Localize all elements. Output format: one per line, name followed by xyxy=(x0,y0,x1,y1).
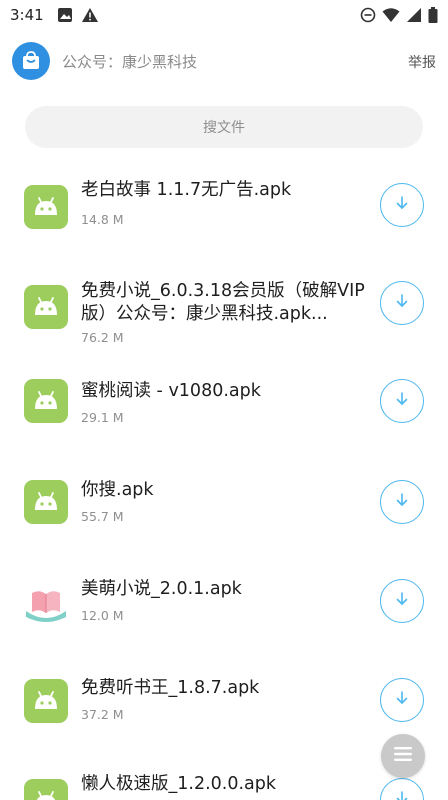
file-size: 14.8 M xyxy=(81,212,124,227)
list-item[interactable]: 美萌小说_2.0.1.apk 12.0 M xyxy=(0,556,448,652)
android-icon xyxy=(24,185,68,229)
download-button[interactable] xyxy=(380,281,424,325)
file-name: 免费小说_6.0.3.18会员版（破解VIP版）公众号：康少黑科技.apk... xyxy=(81,281,365,324)
file-size: 37.2 M xyxy=(81,707,124,722)
download-icon xyxy=(393,194,411,216)
file-name: 老白故事 1.1.7无广告.apk xyxy=(81,180,292,200)
warning-icon xyxy=(81,7,99,27)
download-icon xyxy=(393,590,411,612)
list-item[interactable]: 老白故事 1.1.7无广告.apk 14.8 M xyxy=(0,160,448,256)
menu-fab-button[interactable] xyxy=(381,734,425,778)
download-button[interactable] xyxy=(380,379,424,423)
search-input[interactable]: 搜文件 xyxy=(25,106,423,148)
download-icon xyxy=(393,689,411,711)
download-icon xyxy=(393,292,411,314)
file-name: 美萌小说_2.0.1.apk xyxy=(81,579,242,599)
book-icon xyxy=(24,581,68,625)
menu-icon xyxy=(393,745,413,767)
bag-icon xyxy=(12,42,50,80)
list-item[interactable]: 免费小说_6.0.3.18会员版（破解VIP版）公众号：康少黑科技.apk...… xyxy=(0,260,448,356)
header-title: 公众号：康少黑科技 xyxy=(62,53,198,71)
battery-icon xyxy=(428,7,438,27)
report-button[interactable]: 举报 xyxy=(408,52,436,72)
list-item[interactable]: 你搜.apk 55.7 M xyxy=(0,457,448,553)
android-icon xyxy=(24,379,68,423)
android-icon xyxy=(24,779,68,800)
header: 公众号：康少黑科技 举报 xyxy=(0,36,448,88)
signal-icon xyxy=(406,7,422,27)
download-button[interactable] xyxy=(380,778,424,800)
list-item[interactable]: 免费听书王_1.8.7.apk 37.2 M xyxy=(0,654,448,750)
file-name: 蜜桃阅读 - v1080.apk xyxy=(81,381,261,401)
file-size: 12.0 M xyxy=(81,608,124,623)
image-icon xyxy=(57,7,73,27)
download-button[interactable] xyxy=(380,183,424,227)
status-right-icons xyxy=(360,7,438,27)
download-icon xyxy=(393,789,411,800)
file-size: 29.1 M xyxy=(81,410,124,425)
status-time: 3:41 xyxy=(10,6,44,24)
status-left-icons xyxy=(57,7,99,27)
download-icon xyxy=(393,390,411,412)
list-item[interactable]: 蜜桃阅读 - v1080.apk 29.1 M xyxy=(0,356,448,452)
android-icon xyxy=(24,285,68,329)
android-icon xyxy=(24,480,68,524)
download-button[interactable] xyxy=(380,480,424,524)
file-name: 免费听书王_1.8.7.apk xyxy=(81,678,260,698)
search-placeholder: 搜文件 xyxy=(203,120,245,136)
download-button[interactable] xyxy=(380,579,424,623)
android-icon xyxy=(24,679,68,723)
download-icon xyxy=(393,491,411,513)
do-not-disturb-icon xyxy=(360,7,376,27)
file-size: 76.2 M xyxy=(81,330,124,345)
file-size: 55.7 M xyxy=(81,509,124,524)
file-name: 懒人极速版_1.2.0.0.apk xyxy=(81,774,277,794)
status-bar: 3:41 xyxy=(0,0,448,32)
download-button[interactable] xyxy=(380,678,424,722)
file-name: 你搜.apk xyxy=(81,480,154,500)
wifi-icon xyxy=(382,7,400,27)
